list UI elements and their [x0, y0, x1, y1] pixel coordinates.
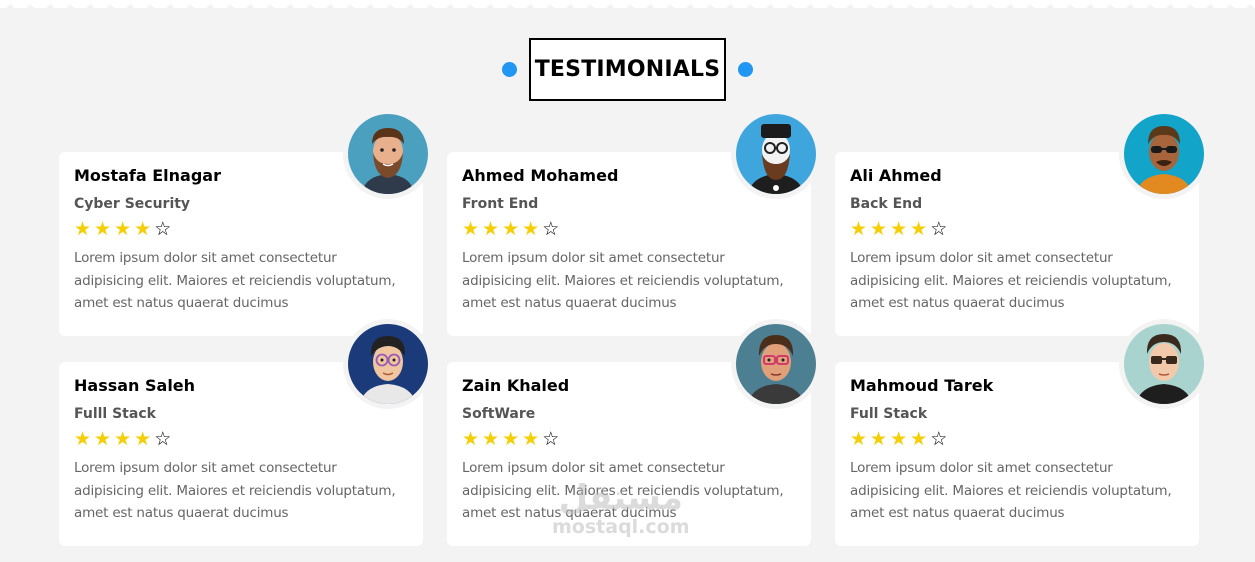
glasses-boy-avatar-icon — [348, 324, 428, 404]
star-filled-icon: ★ — [910, 428, 928, 450]
left-dot-decoration — [502, 62, 517, 77]
avatar-ring — [343, 319, 433, 409]
star-rating: ★ ★ ★ ★ ☆ — [462, 219, 796, 239]
testimonials-grid: Mostafa Elnagar Cyber Security ★ ★ ★ ★ ☆… — [59, 109, 1209, 546]
star-empty-icon: ☆ — [930, 428, 948, 450]
star-filled-icon: ★ — [870, 428, 888, 450]
star-filled-icon: ★ — [522, 218, 540, 240]
testimonial-role: Front End — [462, 196, 539, 212]
testimonial-role: Full Stack — [850, 406, 928, 422]
star-filled-icon: ★ — [890, 218, 908, 240]
glasses-man-avatar-icon — [736, 324, 816, 404]
star-rating: ★ ★ ★ ★ ☆ — [850, 219, 1184, 239]
avatar-ring — [1119, 109, 1209, 199]
star-empty-icon: ☆ — [542, 428, 560, 450]
testimonial-text: Lorem ipsum dolor sit amet consectetur a… — [74, 250, 396, 311]
avatar-ring — [731, 319, 821, 409]
star-filled-icon: ★ — [850, 428, 868, 450]
star-filled-icon: ★ — [482, 218, 500, 240]
star-filled-icon: ★ — [850, 218, 868, 240]
star-filled-icon: ★ — [870, 218, 888, 240]
star-filled-icon: ★ — [502, 428, 520, 450]
star-filled-icon: ★ — [74, 428, 92, 450]
testimonial-text: Lorem ipsum dolor sit amet consectetur a… — [462, 460, 784, 521]
star-rating: ★ ★ ★ ★ ☆ — [74, 429, 408, 449]
star-filled-icon: ★ — [94, 218, 112, 240]
star-filled-icon: ★ — [74, 218, 92, 240]
testimonial-text: Lorem ipsum dolor sit amet consectetur a… — [850, 460, 1172, 521]
testimonial-text: Lorem ipsum dolor sit amet consectetur a… — [74, 460, 396, 521]
star-filled-icon: ★ — [910, 218, 928, 240]
star-filled-icon: ★ — [114, 218, 132, 240]
sunglasses-man-avatar-icon — [1124, 114, 1204, 194]
star-rating: ★ ★ ★ ★ ☆ — [462, 429, 796, 449]
star-filled-icon: ★ — [134, 428, 152, 450]
star-empty-icon: ☆ — [154, 218, 172, 240]
testimonial-role: Fulll Stack — [74, 406, 156, 422]
bearded-man-avatar-icon — [348, 114, 428, 194]
star-filled-icon: ★ — [890, 428, 908, 450]
star-rating: ★ ★ ★ ★ ☆ — [74, 219, 408, 239]
star-empty-icon: ☆ — [154, 428, 172, 450]
testimonial-card: Mostafa Elnagar Cyber Security ★ ★ ★ ★ ☆… — [59, 109, 433, 336]
star-filled-icon: ★ — [94, 428, 112, 450]
star-filled-icon: ★ — [482, 428, 500, 450]
star-filled-icon: ★ — [522, 428, 540, 450]
zigzag-border — [0, 0, 1255, 8]
avatar-ring — [343, 109, 433, 199]
testimonial-role: Back End — [850, 196, 923, 212]
section-title: TESTIMONIALS — [529, 38, 726, 101]
testimonial-card: Mahmoud Tarek Full Stack ★ ★ ★ ★ ☆ Lorem… — [835, 319, 1209, 546]
testimonial-card: Hassan Saleh Fulll Stack ★ ★ ★ ★ ☆ Lorem… — [59, 319, 433, 546]
testimonial-text: Lorem ipsum dolor sit amet consectetur a… — [462, 250, 784, 311]
dark-glasses-man-avatar-icon — [1124, 324, 1204, 404]
testimonial-card: Ahmed Mohamed Front End ★ ★ ★ ★ ☆ Lorem … — [447, 109, 821, 336]
hipster-avatar-icon — [736, 114, 816, 194]
testimonial-text: Lorem ipsum dolor sit amet consectetur a… — [850, 250, 1172, 311]
section-header: TESTIMONIALS — [0, 38, 1255, 101]
testimonial-role: SoftWare — [462, 406, 536, 422]
testimonial-role: Cyber Security — [74, 196, 191, 212]
right-dot-decoration — [738, 62, 753, 77]
star-empty-icon: ☆ — [542, 218, 560, 240]
star-filled-icon: ★ — [462, 218, 480, 240]
avatar-ring — [731, 109, 821, 199]
avatar-ring — [1119, 319, 1209, 409]
star-filled-icon: ★ — [134, 218, 152, 240]
testimonial-card: Ali Ahmed Back End ★ ★ ★ ★ ☆ Lorem ipsum… — [835, 109, 1209, 336]
star-empty-icon: ☆ — [930, 218, 948, 240]
star-filled-icon: ★ — [114, 428, 132, 450]
star-filled-icon: ★ — [502, 218, 520, 240]
star-filled-icon: ★ — [462, 428, 480, 450]
testimonial-card: Zain Khaled SoftWare ★ ★ ★ ★ ☆ Lorem ips… — [447, 319, 821, 546]
star-rating: ★ ★ ★ ★ ☆ — [850, 429, 1184, 449]
